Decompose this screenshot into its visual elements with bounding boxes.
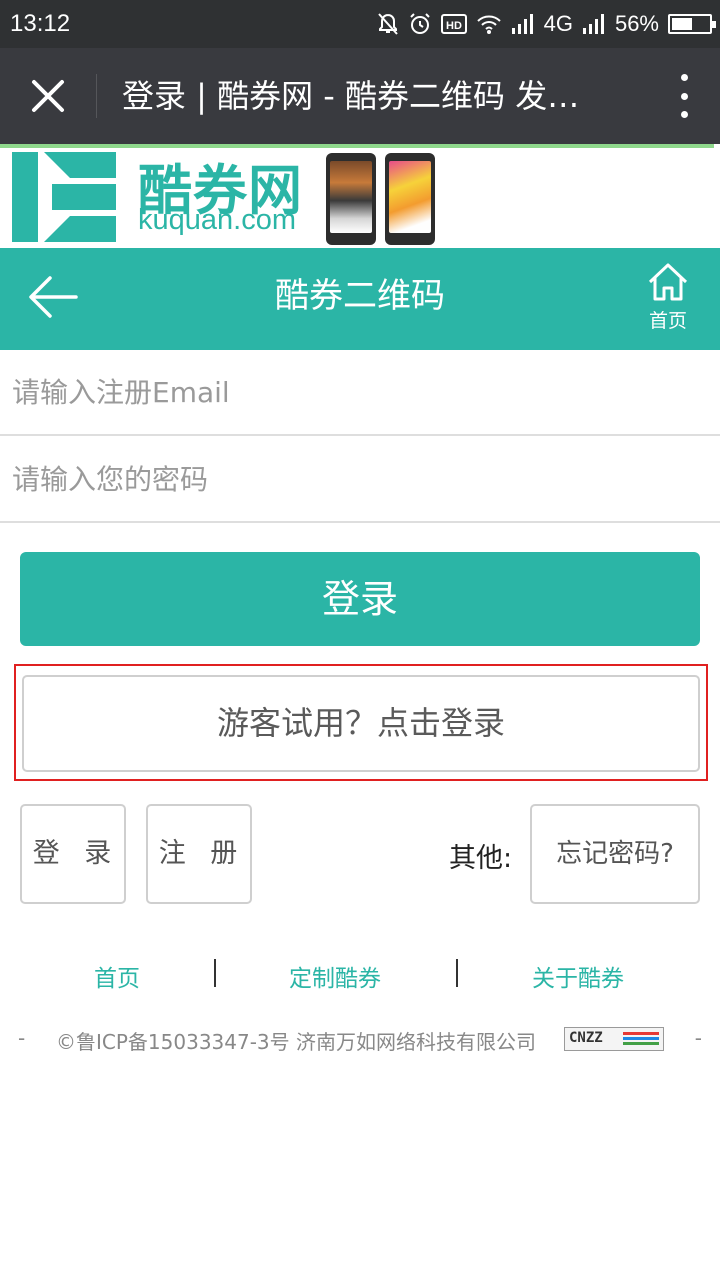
status-bar: 13:12 HD 4G 56%	[0, 0, 720, 48]
footer-link-about[interactable]: 关于酷券	[532, 959, 624, 993]
signal-icon	[582, 13, 606, 35]
home-icon	[646, 262, 690, 302]
copyright-bar: - ©鲁ICP备15033347-3号 济南万如网络科技有限公司 CNZZ -	[0, 1024, 720, 1056]
svg-text:HD: HD	[446, 20, 462, 32]
kuquan-logo-icon	[12, 152, 118, 242]
wifi-icon	[476, 13, 502, 35]
battery-fill	[672, 18, 693, 30]
alarm-icon	[408, 12, 432, 36]
battery-percent: 56%	[614, 11, 659, 36]
more-vertical-icon[interactable]	[676, 74, 692, 118]
phone-image	[326, 153, 376, 245]
logo-domain: kuquan.com	[138, 204, 296, 236]
header-title: 酷券二维码	[275, 276, 445, 316]
email-field-row	[0, 350, 720, 436]
copyright-text: ©鲁ICP备15033347-3号 济南万如网络科技有限公司	[56, 1030, 537, 1054]
password-field-row	[0, 437, 720, 523]
footer-dash: -	[694, 1026, 702, 1050]
site-banner[interactable]: 酷券网 kuquan.com	[0, 148, 720, 248]
page-title: 登录 | 酷券网 - 酷券二维码 发…	[122, 77, 580, 115]
login-button[interactable]: 登录	[20, 552, 700, 646]
home-label: 首页	[648, 310, 687, 332]
phone-image	[385, 153, 435, 245]
register-button[interactable]: 注 册	[146, 804, 252, 904]
hd-icon: HD	[440, 13, 467, 35]
network-type: 4G	[543, 11, 573, 36]
status-icons: HD 4G 56%	[377, 8, 716, 40]
footer-separator	[214, 959, 216, 987]
close-icon[interactable]	[24, 72, 72, 120]
guest-login-highlight: 游客试用？点击登录	[14, 664, 708, 781]
cnzz-badge[interactable]: CNZZ	[564, 1027, 664, 1051]
footer-links: 首页 定制酷券 关于酷券	[0, 955, 720, 995]
small-login-button[interactable]: 登 录	[20, 804, 126, 904]
cnzz-badge-text: CNZZ	[569, 1030, 603, 1046]
battery-icon	[668, 14, 716, 34]
forgot-password-button[interactable]: 忘记密码?	[530, 804, 700, 904]
nav-header: 酷券二维码 首页	[0, 248, 720, 350]
footer-link-home[interactable]: 首页	[94, 959, 140, 993]
title-divider	[96, 74, 97, 118]
footer-dash: -	[18, 1026, 26, 1050]
footer-link-custom[interactable]: 定制酷券	[289, 959, 381, 993]
status-time: 13:12	[10, 10, 71, 37]
signal-icon	[511, 13, 535, 35]
footer-separator	[456, 959, 458, 987]
email-input[interactable]	[0, 350, 720, 434]
password-input[interactable]	[0, 437, 720, 521]
title-bar: 登录 | 酷券网 - 酷券二维码 发…	[0, 48, 720, 144]
mute-bell-icon	[377, 12, 399, 36]
home-button[interactable]: 首页	[646, 262, 690, 333]
guest-login-button[interactable]: 游客试用？点击登录	[22, 675, 700, 772]
other-label: 其他:	[449, 843, 513, 874]
